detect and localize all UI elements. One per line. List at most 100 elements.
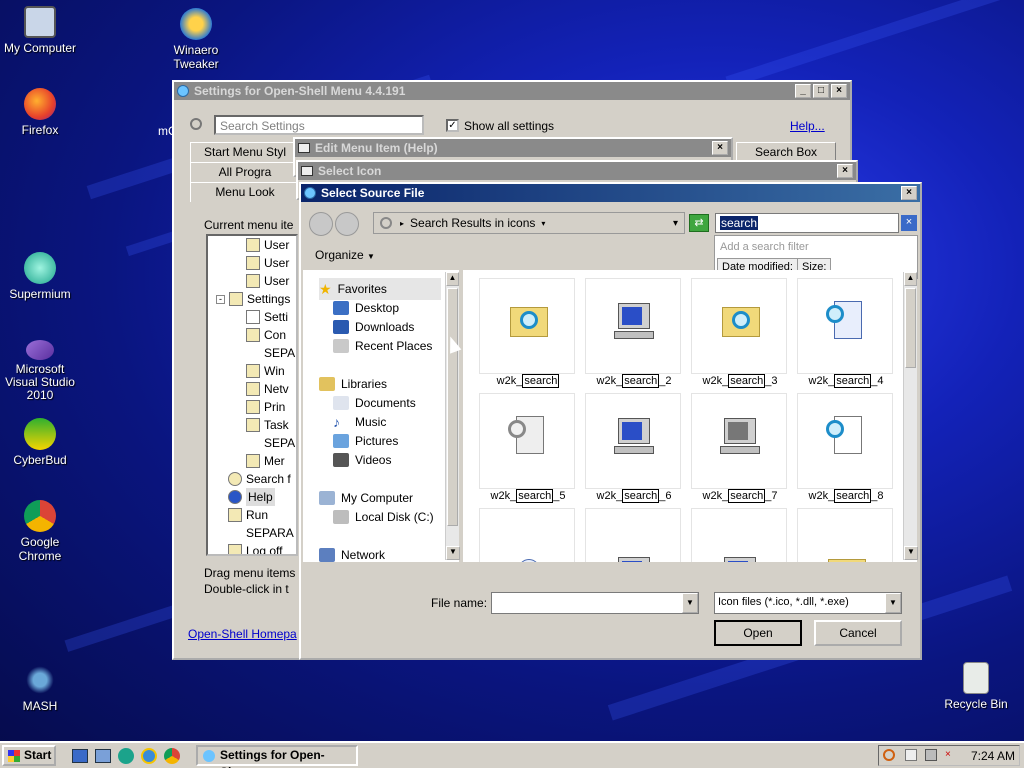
tab-all-programs[interactable]: All Progra [190, 162, 300, 182]
scroll-up-button[interactable]: ▲ [904, 272, 917, 286]
dialog-search-input[interactable]: search [715, 213, 899, 233]
file-list[interactable]: w2k_ search w2k_ search _2 w2k_ search _3 w2k… [463, 270, 917, 562]
address-dropdown-icon[interactable]: ▾ [673, 218, 678, 229]
tree-item: User [246, 272, 289, 290]
chrome-icon [24, 500, 56, 532]
volume-tray-icon[interactable]: × [945, 749, 957, 761]
file-type-select[interactable]: Icon files (*.ico, *.dll, *.exe) ▼ [714, 592, 902, 614]
document-icon [246, 274, 260, 288]
desktop-icon [333, 301, 349, 315]
file-tile[interactable] [797, 508, 893, 562]
taskbar-task-settings[interactable]: Settings for Open-She... [196, 745, 358, 768]
file-name-label[interactable]: w2k_ search _4 [793, 374, 899, 388]
chevron-down-icon[interactable]: ▼ [885, 593, 901, 613]
organize-button[interactable]: Organize ▼ [315, 248, 375, 262]
desktop-icon-winaero[interactable]: Winaero Tweaker [156, 8, 236, 71]
desktop-icon-label: CyberBud [13, 453, 67, 467]
cancel-button[interactable]: Cancel [814, 620, 902, 646]
file-name-label[interactable]: w2k_ search _5 [475, 489, 581, 503]
nav-videos[interactable]: Videos [333, 449, 391, 471]
tab-start-menu-style[interactable]: Start Menu Styl [190, 142, 300, 162]
menu-tree[interactable]: User User User - Settings Setti Con SEPA … [206, 234, 298, 556]
select-icon-titlebar[interactable]: Select Icon × [298, 162, 856, 180]
back-button[interactable] [309, 212, 333, 236]
file-tile[interactable] [691, 508, 787, 562]
minimize-button[interactable]: _ [795, 84, 811, 98]
desktop-icon-firefox[interactable]: Firefox [0, 88, 80, 137]
desktop-icon-chrome[interactable]: Google Chrome [0, 500, 80, 563]
file-tile[interactable] [479, 278, 575, 374]
clock[interactable]: 7:24 AM [971, 749, 1015, 763]
quicklaunch-explorer-icon[interactable] [95, 749, 111, 763]
file-name-input[interactable]: ▼ [491, 592, 699, 614]
file-tile[interactable] [691, 393, 787, 489]
quicklaunch-chrome-icon[interactable] [164, 748, 180, 764]
forward-button[interactable] [335, 212, 359, 236]
collapse-icon[interactable]: - [216, 294, 225, 304]
desktop-icon-recycle-bin[interactable]: Recycle Bin [936, 662, 1016, 711]
file-name-label[interactable]: w2k_ search _7 [687, 489, 793, 503]
open-button[interactable]: Open [714, 620, 802, 646]
close-button[interactable]: × [901, 186, 917, 200]
file-name-label[interactable]: w2k_ search _6 [581, 489, 687, 503]
quicklaunch-supermium-icon[interactable] [118, 748, 134, 764]
flag-tray-icon[interactable] [905, 749, 917, 761]
file-tile[interactable] [585, 393, 681, 489]
refresh-button[interactable]: ⇄ [689, 214, 709, 232]
nav-recent-places[interactable]: Recent Places [333, 335, 432, 357]
homepage-link[interactable]: Open-Shell Homepa [188, 627, 297, 641]
file-tile[interactable] [585, 278, 681, 374]
scroll-up-button[interactable]: ▲ [446, 272, 459, 286]
desktop-icon-supermium[interactable]: Supermium [0, 252, 80, 301]
desktop-icon-my-computer[interactable]: My Computer [0, 6, 80, 55]
file-name-label[interactable]: w2k_ search [475, 374, 581, 388]
desktop-icon-visual-studio[interactable]: Microsoft Visual Studio 2010 [0, 340, 80, 402]
file-tile[interactable] [479, 508, 575, 562]
desktop-icon-mash[interactable]: MASH [0, 664, 80, 713]
file-name-label[interactable]: w2k_ search _2 [581, 374, 687, 388]
scroll-down-button[interactable]: ▼ [904, 546, 918, 560]
scroll-thumb[interactable] [447, 288, 458, 526]
tree-item: Task [246, 416, 289, 434]
nav-network[interactable]: Network [319, 544, 385, 566]
chevron-down-icon[interactable]: ▼ [682, 593, 698, 613]
source-dialog-titlebar[interactable]: Select Source File × [301, 184, 920, 202]
network-tray-icon[interactable] [925, 749, 937, 761]
hint-double-click: Double-click in t [204, 582, 289, 596]
tab-menu-look[interactable]: Menu Look [190, 182, 300, 202]
quicklaunch-ie-icon[interactable] [141, 748, 157, 764]
maximize-button[interactable]: □ [813, 84, 829, 98]
clear-search-button[interactable]: × [901, 215, 917, 231]
start-button[interactable]: Start [2, 745, 56, 766]
desktop-icon-cyberbud[interactable]: CyberBud [0, 418, 80, 467]
tab-search-box[interactable]: Search Box [736, 142, 836, 162]
address-bar[interactable]: ▸ Search Results in icons ▾ ▾ [373, 212, 685, 234]
quicklaunch-show-desktop-icon[interactable] [72, 749, 88, 763]
close-button[interactable]: × [837, 164, 853, 178]
file-name-label[interactable]: w2k_ search _8 [793, 489, 899, 503]
settings-titlebar[interactable]: Settings for Open-Shell Menu 4.4.191 _ □… [174, 82, 850, 100]
scroll-down-button[interactable]: ▼ [446, 546, 460, 560]
file-tile[interactable] [691, 278, 787, 374]
computer-icon [319, 491, 335, 505]
settings-search-input[interactable]: Search Settings [214, 115, 424, 135]
help-link[interactable]: Help... [790, 119, 825, 133]
scroll-thumb[interactable] [905, 288, 916, 368]
show-all-checkbox[interactable]: ✓ [446, 119, 459, 132]
file-tile[interactable] [479, 393, 575, 489]
file-scrollbar[interactable]: ▲ ▼ [903, 272, 918, 560]
navigation-pane[interactable]: ★ Favorites Desktop Downloads Recent Plac… [303, 270, 459, 562]
search-tray-icon[interactable] [883, 749, 895, 761]
nav-local-disk[interactable]: Local Disk (C:) [333, 506, 434, 528]
close-button[interactable]: × [831, 84, 847, 98]
file-tile[interactable] [797, 278, 893, 374]
file-tile[interactable] [585, 508, 681, 562]
nav-scrollbar[interactable]: ▲ ▼ [445, 272, 460, 560]
settings-title: Settings for Open-Shell Menu 4.4.191 [194, 84, 406, 98]
file-name-label[interactable]: w2k_ search _3 [687, 374, 793, 388]
file-tile[interactable] [797, 393, 893, 489]
edit-titlebar[interactable]: Edit Menu Item (Help) × [295, 139, 731, 157]
system-tray: × 7:24 AM [878, 745, 1020, 766]
desktop-icon-label: Microsoft Visual Studio 2010 [5, 362, 75, 402]
close-button[interactable]: × [712, 141, 728, 155]
